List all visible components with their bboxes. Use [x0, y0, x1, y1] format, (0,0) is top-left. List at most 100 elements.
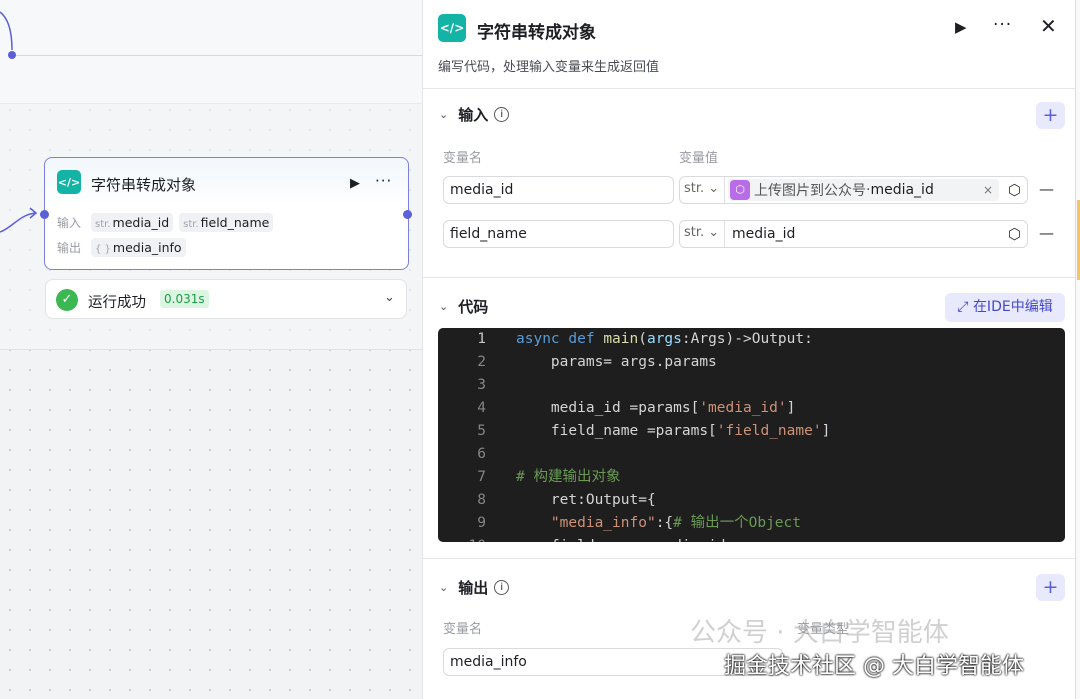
output-chip: { } media_info	[91, 238, 186, 257]
connection-line	[12, 55, 422, 56]
remove-row-button[interactable]: —	[1039, 180, 1054, 198]
code-token: field_name: media_id,	[516, 538, 734, 542]
adjacent-window-edge	[1075, 0, 1080, 699]
watermark: 掘金技术社区 @ 大白学智能体	[724, 654, 1024, 679]
code-line[interactable]: 9 "media_info":{# 输出一个Object	[438, 512, 1065, 535]
variable-value[interactable]: media_id	[732, 226, 795, 242]
chevron-down-icon[interactable]: ⌄	[439, 581, 448, 594]
variable-picker-icon[interactable]: ⬡	[1008, 181, 1021, 199]
code-text: params= args.params	[516, 351, 717, 374]
run-status: 运行成功	[88, 295, 146, 311]
remove-row-button[interactable]: —	[1039, 224, 1054, 242]
code-line[interactable]: 8 ret:Output={	[438, 489, 1065, 512]
node-inputs: 输入 str. media_id str. field_name	[57, 213, 274, 232]
code-line[interactable]: 5 field_name =params['field_name']	[438, 420, 1065, 443]
panel-description[interactable]: 编写代码，处理输入变量来生成返回值	[438, 56, 659, 75]
output-section-header[interactable]: ⌄ 输出 i	[439, 577, 510, 598]
code-line[interactable]: 1 async def main(args:Args)->Output:	[438, 328, 1065, 351]
line-number: 2	[477, 354, 486, 370]
col-name-label: 变量名	[443, 151, 483, 166]
code-line[interactable]: 3	[438, 374, 1065, 397]
code-token: async	[516, 331, 569, 347]
add-input-button[interactable]: +	[1036, 102, 1065, 129]
input-label: 输入	[57, 216, 82, 230]
divider	[423, 277, 1076, 278]
separator	[724, 177, 725, 203]
input-port[interactable]	[40, 210, 49, 219]
line-number: 7	[477, 469, 486, 485]
code-text: field_name =params['field_name']	[516, 420, 830, 443]
line-number: 6	[477, 446, 486, 462]
variable-value-field[interactable]: str. ⌄ ⬡ 上传图片到公众号 · media_id × ⬡	[679, 176, 1028, 204]
line-number: 1	[477, 331, 486, 347]
check-circle-icon: ✓	[56, 289, 78, 311]
input-chip: str. media_id	[91, 213, 174, 232]
add-output-button[interactable]: +	[1036, 574, 1065, 601]
code-icon: </>	[57, 170, 81, 194]
code-token: :{	[655, 515, 674, 531]
close-icon[interactable]: ✕	[1040, 14, 1057, 38]
play-icon[interactable]: ▶	[955, 18, 967, 36]
chevron-down-icon[interactable]: ⌄	[439, 300, 448, 313]
previous-node-area	[0, 0, 422, 104]
run-result[interactable]: ✓ 运行成功 0.031s ⌄	[45, 279, 407, 319]
code-token: main	[603, 331, 639, 347]
line-number: 10	[438, 535, 486, 542]
code-line[interactable]: 6	[438, 443, 1065, 466]
code-line[interactable]: 10 field_name: media_id,	[438, 535, 1065, 542]
panel-title[interactable]: 字符串转成对象	[477, 18, 596, 43]
line-number: 9	[477, 515, 486, 531]
code-text: field_name: media_id,	[516, 535, 734, 542]
play-icon[interactable]: ▶	[350, 176, 360, 191]
info-icon[interactable]: i	[494, 107, 510, 122]
more-icon[interactable]: ···	[375, 172, 392, 190]
code-token: def	[568, 331, 604, 347]
col-name-label: 变量名	[443, 622, 483, 637]
type-select[interactable]: str. ⌄	[684, 181, 719, 196]
node-title: 字符串转成对象	[91, 176, 197, 194]
variable-reference-tag[interactable]: ⬡ 上传图片到公众号 · media_id ×	[728, 179, 999, 201]
code-section-header[interactable]: ⌄ 代码	[439, 296, 488, 317]
variable-value-field[interactable]: str. ⌄ media_id ⬡	[679, 220, 1028, 248]
variable-picker-icon[interactable]: ⬡	[1008, 225, 1021, 243]
more-icon[interactable]: ···	[993, 15, 1012, 35]
variable-name-input[interactable]: field_name	[443, 220, 674, 248]
divider	[423, 558, 1076, 559]
code-text: # 构建输出对象	[516, 466, 620, 489]
variable-name-input[interactable]: media_id	[443, 176, 674, 204]
code-line[interactable]: 4 media_id =params['media_id']	[438, 397, 1065, 420]
node-settings-panel: </> 字符串转成对象 ▶ ··· ✕ 编写代码，处理输入变量来生成返回值 ⌄ …	[422, 0, 1076, 699]
code-token: 'field_name'	[716, 423, 822, 439]
code-line[interactable]: 2 params= args.params	[438, 351, 1065, 374]
chevron-down-icon[interactable]: ⌄	[384, 290, 395, 305]
run-time-badge: 0.031s	[160, 290, 209, 308]
code-node[interactable]: </> 字符串转成对象 ▶ ··· 输入 str. media_id str. fi…	[40, 157, 412, 270]
output-label: 输出	[57, 241, 82, 255]
chevron-down-icon[interactable]: ⌄	[439, 108, 448, 121]
code-token: ret:Output={	[516, 492, 656, 508]
code-token: 'media_id'	[699, 400, 787, 416]
code-token: ]	[786, 400, 796, 416]
code-line[interactable]: 7 # 构建输出对象	[438, 466, 1065, 489]
remove-icon[interactable]: ×	[983, 183, 993, 197]
line-number: 4	[477, 400, 486, 416]
code-text: media_id =params['media_id']	[516, 397, 795, 420]
code-text: async def main(args:Args)->Output:	[516, 328, 813, 351]
code-editor[interactable]: 1 async def main(args:Args)->Output: 2 par…	[438, 328, 1065, 542]
node-outputs: 输出 { } media_info	[57, 238, 186, 257]
code-token: field_name =params[	[516, 423, 717, 439]
code-token: :Args)->Output:	[681, 331, 813, 347]
code-text: ret:Output={	[516, 489, 656, 512]
input-section-header[interactable]: ⌄ 输入 i	[439, 104, 510, 125]
info-icon[interactable]: i	[494, 580, 510, 595]
code-token: args	[646, 331, 682, 347]
edit-in-ide-button[interactable]: ⤢ 在IDE中编辑	[945, 293, 1065, 322]
output-port[interactable]	[403, 210, 412, 219]
workflow-canvas[interactable]: </> 字符串转成对象 ▶ ··· 输入 str. media_id str. fi…	[0, 0, 422, 699]
type-select[interactable]: str. ⌄	[684, 225, 719, 240]
code-token: # 构建输出对象	[516, 469, 621, 485]
code-token: params= args.params	[516, 354, 717, 370]
plugin-icon: ⬡	[730, 180, 750, 200]
line-number: 3	[477, 377, 486, 393]
